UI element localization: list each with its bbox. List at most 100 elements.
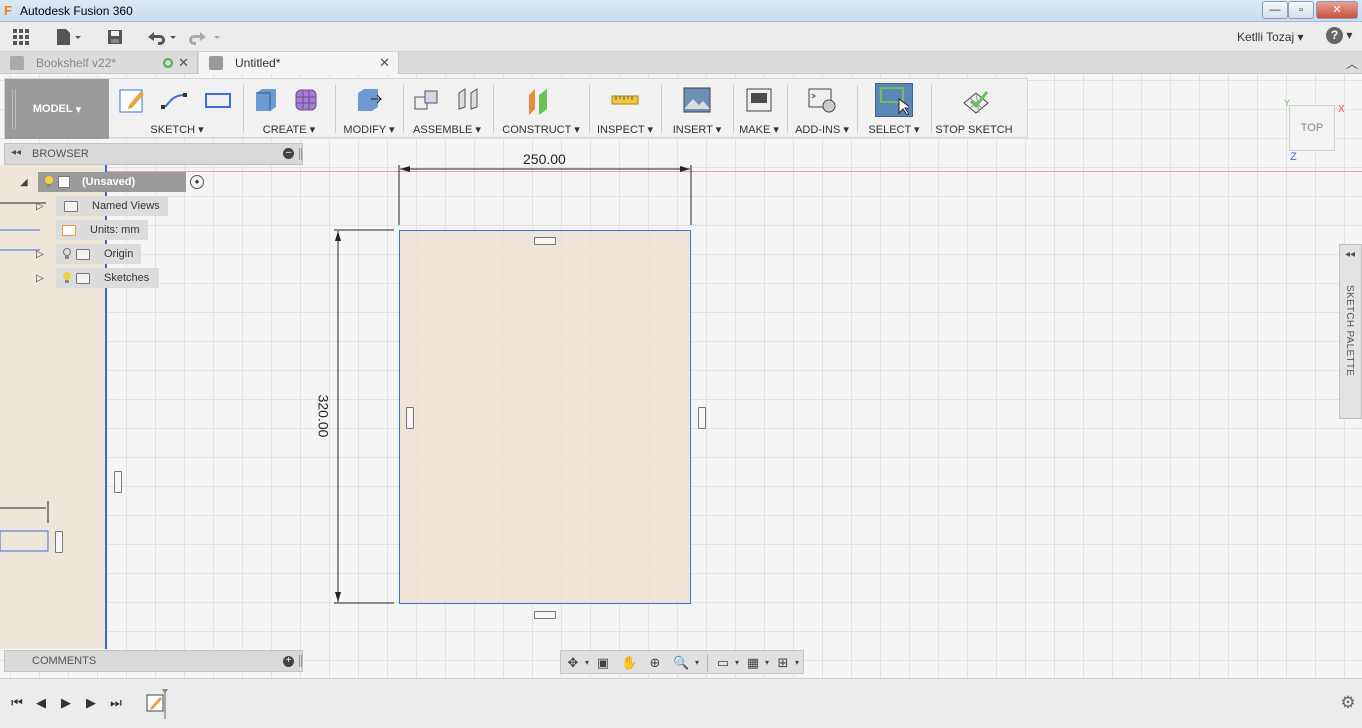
play-icon[interactable]: ▶︎ <box>57 694 75 712</box>
width-dimension[interactable]: 250.00 <box>523 151 566 167</box>
constraint-glyph[interactable] <box>114 471 122 493</box>
collapse-triangle-icon[interactable]: ◢ <box>20 177 38 188</box>
add-ins-group[interactable]: ADD-INS ▾ <box>791 79 853 139</box>
expand-palette-icon[interactable]: ◂◂ <box>1345 249 1355 260</box>
create-group[interactable]: CREATE ▾ <box>247 79 331 139</box>
horizontal-constraint-glyph[interactable] <box>534 237 556 245</box>
close-tab-icon[interactable]: ✕ <box>379 55 390 71</box>
help-menu[interactable]: ? ▾ <box>1326 27 1356 47</box>
expand-triangle-icon[interactable]: ▷ <box>36 273 56 284</box>
dropdown-chevron-icon[interactable]: ▾ <box>689 655 705 671</box>
sketch-palette[interactable]: ◂◂ SKETCH PALETTE <box>1339 244 1362 419</box>
save-icon[interactable] <box>104 27 126 47</box>
dropdown-chevron-icon[interactable]: ▾ <box>729 655 745 671</box>
visibility-bulb-off-icon[interactable] <box>62 248 72 260</box>
workspace-switcher[interactable]: MODEL ▾ <box>5 79 109 139</box>
browser-panel-header[interactable]: ◂◂ BROWSER – <box>4 143 303 165</box>
press-pull-icon[interactable] <box>353 85 383 115</box>
3d-print-icon[interactable] <box>744 85 774 115</box>
collapse-chevron-icon[interactable]: ︿ <box>1346 55 1358 72</box>
visibility-bulb-icon[interactable] <box>62 272 72 284</box>
tab-untitled[interactable]: Untitled* ✕ <box>199 52 399 74</box>
panel-grip-icon[interactable] <box>299 655 302 667</box>
step-forward-icon[interactable]: ▶︎ <box>82 694 100 712</box>
tab-bookshelf[interactable]: Bookshelf v22* ✕ <box>0 52 198 74</box>
assemble-group[interactable]: ASSEMBLE ▾ <box>405 79 489 139</box>
activate-radio-icon[interactable]: ● <box>190 175 204 189</box>
file-menu-icon[interactable] <box>54 27 84 47</box>
form-icon[interactable] <box>291 85 321 115</box>
sketch-group[interactable]: SKETCH ▾ <box>113 79 241 139</box>
redo-icon[interactable] <box>188 27 222 47</box>
expand-triangle-icon[interactable]: ▷ <box>36 201 56 212</box>
dropdown-chevron-icon[interactable]: ▾ <box>579 655 595 671</box>
pan-hand-icon[interactable]: ✋ <box>621 655 637 671</box>
new-component-icon[interactable] <box>411 85 441 115</box>
go-to-end-icon[interactable]: ⏭ <box>107 694 125 712</box>
minimize-panel-icon[interactable]: – <box>283 148 294 159</box>
timeline-settings-gear-icon[interactable]: ⚙ <box>1338 693 1358 713</box>
insert-group[interactable]: INSERT ▾ <box>665 79 729 139</box>
browser-node-sketches[interactable]: ▷ Sketches <box>36 268 160 288</box>
select-window-icon[interactable] <box>879 85 909 115</box>
user-menu[interactable]: Ketlli Tozaj ▾ <box>1237 30 1304 44</box>
sketch-timeline-feature-icon[interactable] <box>146 689 174 721</box>
maximize-button[interactable]: ▫ <box>1288 1 1314 19</box>
y-axis-label: Y <box>1284 98 1291 108</box>
stop-sketch-icon[interactable] <box>961 85 991 115</box>
rectangle-icon[interactable] <box>203 85 233 115</box>
vertical-constraint-glyph[interactable] <box>406 407 414 429</box>
create-sketch-icon[interactable] <box>117 85 147 115</box>
separator <box>661 85 662 133</box>
folder-icon <box>64 200 78 212</box>
height-dimension[interactable]: 320.00 <box>315 395 331 438</box>
grip-handle[interactable] <box>12 89 16 129</box>
data-panel-grid-icon[interactable] <box>10 27 32 47</box>
panel-grip-icon[interactable] <box>299 148 302 160</box>
close-window-button[interactable]: ✕ <box>1316 1 1358 19</box>
undo-icon[interactable] <box>144 27 178 47</box>
add-comment-icon[interactable]: + <box>283 656 294 667</box>
scripts-icon[interactable] <box>807 85 837 115</box>
fit-zoom-icon[interactable]: 🔍 <box>673 655 689 671</box>
measure-icon[interactable] <box>610 85 640 115</box>
inspect-group[interactable]: INSPECT ▾ <box>593 79 657 139</box>
horizontal-constraint-glyph[interactable] <box>534 611 556 619</box>
insert-image-icon[interactable] <box>682 85 712 115</box>
separator <box>403 85 404 133</box>
select-group[interactable]: SELECT ▾ <box>861 79 927 139</box>
stop-sketch-label[interactable]: STOP SKETCH <box>933 124 1015 136</box>
view-cube-face[interactable]: TOP <box>1301 122 1323 134</box>
dropdown-chevron-icon[interactable]: ▾ <box>789 655 805 671</box>
vertical-constraint-glyph[interactable] <box>698 407 706 429</box>
minimize-button[interactable]: — <box>1262 1 1288 19</box>
stop-sketch-group[interactable]: STOP SKETCH <box>933 79 1015 139</box>
modify-group[interactable]: MODIFY ▾ <box>339 79 399 139</box>
browser-node-named-views[interactable]: ▷ Named Views <box>36 196 168 216</box>
line-icon[interactable] <box>159 85 189 115</box>
zoom-icon[interactable]: ⊕ <box>647 655 663 671</box>
visibility-bulb-icon[interactable] <box>44 176 54 188</box>
constraint-glyph[interactable] <box>55 531 63 553</box>
separator <box>589 85 590 133</box>
dropdown-chevron-icon[interactable]: ▾ <box>759 655 775 671</box>
go-to-start-icon[interactable]: ⏮ <box>8 694 26 712</box>
construct-group[interactable]: CONSTRUCT ▾ <box>497 79 585 139</box>
collapse-browser-icon[interactable]: ◂◂ <box>11 147 21 158</box>
make-group[interactable]: MAKE ▾ <box>735 79 783 139</box>
browser-node-origin[interactable]: ▷ Origin <box>36 244 142 264</box>
look-at-icon[interactable]: ▣ <box>595 655 611 671</box>
joint-icon[interactable] <box>453 85 483 115</box>
separator <box>931 85 932 133</box>
comments-panel-header[interactable]: COMMENTS + <box>4 650 303 672</box>
view-cube[interactable]: TOP <box>1289 105 1335 151</box>
step-back-icon[interactable]: ◀︎ <box>32 694 50 712</box>
expand-triangle-icon[interactable]: ▷ <box>36 249 56 260</box>
offset-plane-icon[interactable] <box>525 85 555 115</box>
browser-node-units[interactable]: Units: mm <box>56 220 148 240</box>
sync-status-icon <box>163 58 173 68</box>
close-tab-icon[interactable]: ✕ <box>178 55 189 71</box>
browser-root-node[interactable]: ◢ (Unsaved) ● <box>20 172 204 192</box>
x-axis-line <box>107 171 1362 172</box>
extrude-icon[interactable] <box>251 85 281 115</box>
